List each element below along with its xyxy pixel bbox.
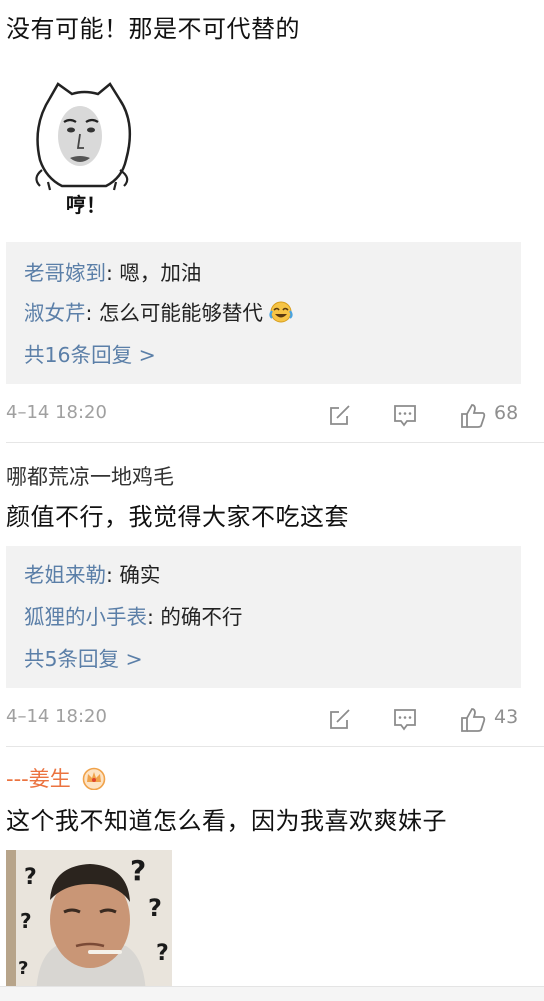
crown-badge-icon <box>81 766 107 798</box>
divider <box>6 442 544 443</box>
laugh-cry-emoji-icon <box>269 301 294 331</box>
comment-meta-row: 4–14 18:20 43 <box>0 702 544 736</box>
reply-text: : 嗯，加油 <box>106 261 202 285</box>
svg-text:?: ? <box>18 958 28 979</box>
comment-meta-row: 4–14 18:20 68 <box>0 398 544 432</box>
comment-text: 颜值不行，我觉得大家不吃这套 <box>6 503 349 531</box>
reply-box: 老哥嫁到: 嗯，加油 淑女芹: 怎么可能能够替代 共16条回复 > <box>6 242 521 384</box>
reply-username[interactable]: 老哥嫁到 <box>24 261 106 285</box>
repost-icon[interactable] <box>327 706 353 732</box>
like-count: 43 <box>494 706 519 728</box>
divider <box>6 746 544 747</box>
thinking-man-photo[interactable]: ? ? ? ? ? ? <box>6 850 172 1000</box>
comment-text: 没有可能！那是不可代替的 <box>6 15 300 43</box>
reply-username[interactable]: 淑女芹 <box>24 301 86 325</box>
like-icon[interactable] <box>459 402 486 428</box>
bottom-bar <box>0 986 544 1001</box>
author-name[interactable]: ---姜生 <box>6 767 71 791</box>
svg-text:?: ? <box>156 941 169 966</box>
comment-text: 这个我不知道怎么看，因为我喜欢爽妹子 <box>6 807 447 835</box>
svg-text:哼！: 哼！ <box>66 193 106 217</box>
like-icon[interactable] <box>459 706 486 732</box>
more-replies-link[interactable]: 共16条回复 > <box>24 340 156 370</box>
reply-username[interactable]: 老姐来勒 <box>24 563 106 587</box>
clipped-author-name <box>6 0 86 4</box>
reply-item[interactable]: 老哥嫁到: 嗯，加油 <box>24 258 201 288</box>
reply-item[interactable]: 淑女芹: 怎么可能能够替代 <box>24 298 294 331</box>
reply-text: : 的确不行 <box>147 605 243 629</box>
svg-text:?: ? <box>148 894 162 922</box>
cat-face-sticker: 哼！ <box>28 78 140 226</box>
more-replies-link[interactable]: 共5条回复 > <box>24 644 143 674</box>
reply-text: : 怎么可能能够替代 <box>85 301 263 325</box>
comment-author[interactable]: ---姜生 <box>6 764 107 798</box>
comment-icon[interactable] <box>392 402 418 428</box>
svg-text:?: ? <box>20 909 32 933</box>
reply-item[interactable]: 狐狸的小手表: 的确不行 <box>24 602 242 632</box>
reply-text: : 确实 <box>106 563 161 587</box>
reply-box: 老姐来勒: 确实 狐狸的小手表: 的确不行 共5条回复 > <box>6 546 521 688</box>
repost-icon[interactable] <box>327 402 353 428</box>
svg-text:?: ? <box>130 854 146 887</box>
reply-item[interactable]: 老姐来勒: 确实 <box>24 560 160 590</box>
timestamp: 4–14 18:20 <box>6 706 107 727</box>
comment-icon[interactable] <box>392 706 418 732</box>
reply-username[interactable]: 狐狸的小手表 <box>24 605 147 629</box>
comment-author[interactable]: 哪都荒凉一地鸡毛 <box>6 462 174 492</box>
timestamp: 4–14 18:20 <box>6 402 107 423</box>
like-count: 68 <box>494 402 519 424</box>
svg-text:?: ? <box>24 865 37 890</box>
